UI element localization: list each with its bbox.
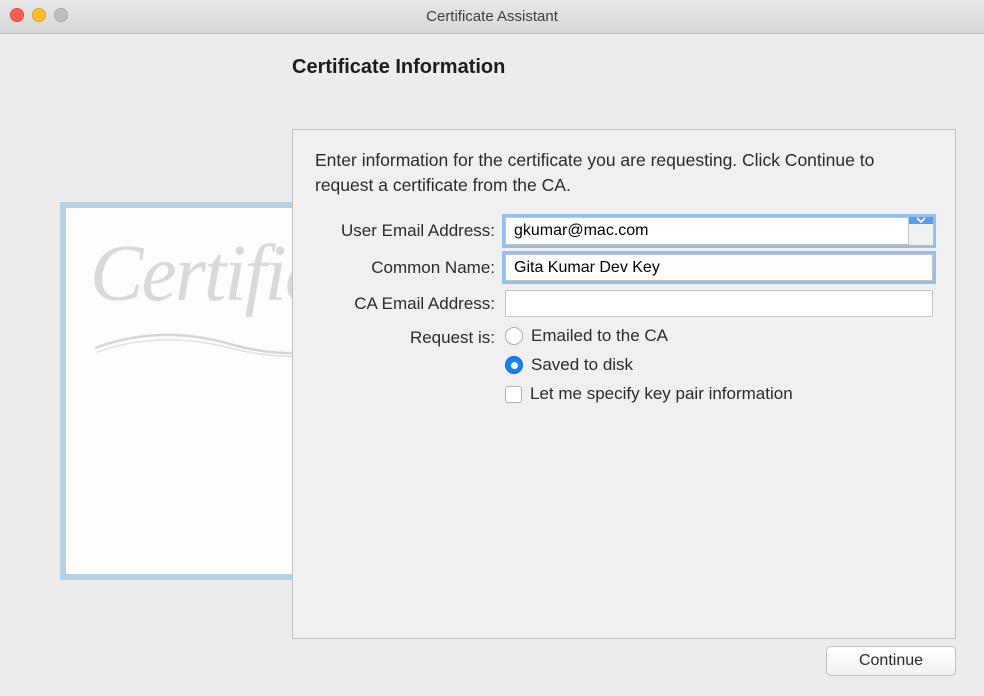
ca-email-label: CA Email Address: — [315, 294, 505, 314]
common-name-input[interactable] — [505, 254, 933, 281]
user-email-label: User Email Address: — [315, 221, 505, 241]
traffic-lights — [10, 8, 68, 22]
continue-button[interactable]: Continue — [826, 646, 956, 676]
radio-emailed-to-ca[interactable]: Emailed to the CA — [505, 326, 933, 346]
checkbox-keypair-label: Let me specify key pair information — [530, 384, 793, 404]
checkbox-specify-keypair[interactable]: Let me specify key pair information — [505, 384, 933, 404]
close-window-button[interactable] — [10, 8, 24, 22]
minimize-window-button[interactable] — [32, 8, 46, 22]
radio-icon — [505, 327, 523, 345]
radio-emailed-label: Emailed to the CA — [531, 326, 668, 346]
radio-icon — [505, 356, 523, 374]
radio-saved-to-disk[interactable]: Saved to disk — [505, 355, 933, 375]
ca-email-input[interactable] — [505, 290, 933, 317]
instructions-text: Enter information for the certificate yo… — [315, 148, 933, 197]
checkbox-icon — [505, 386, 522, 403]
window-title: Certificate Assistant — [426, 8, 558, 25]
zoom-window-button — [54, 8, 68, 22]
user-email-input[interactable] — [505, 217, 909, 245]
common-name-label: Common Name: — [315, 258, 505, 278]
window-titlebar: Certificate Assistant — [0, 0, 984, 34]
chevron-down-icon[interactable] — [909, 217, 933, 224]
form-panel: Enter information for the certificate yo… — [292, 129, 956, 639]
radio-saved-label: Saved to disk — [531, 355, 633, 375]
user-email-combobox[interactable] — [505, 217, 933, 245]
page-heading: Certificate Information — [292, 56, 956, 79]
request-is-label: Request is: — [315, 326, 505, 348]
